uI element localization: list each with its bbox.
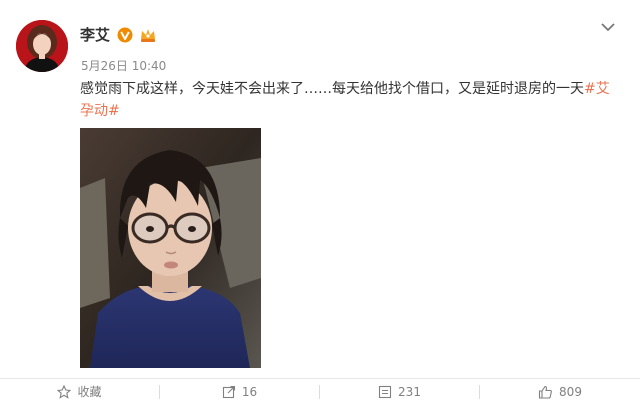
weibo-post-card: 李艾 5月26日 10:40 感觉雨下成这样，今天娃不会出来了……每天给他找个借… [0, 0, 640, 404]
favorite-button[interactable]: 收藏 [0, 379, 159, 404]
repost-icon [222, 385, 235, 398]
action-bar: 收藏 16 231 809 [0, 379, 640, 404]
comment-count: 231 [398, 384, 421, 399]
chevron-down-icon[interactable] [599, 20, 617, 34]
post-timestamp[interactable]: 5月26日 10:40 [81, 57, 166, 74]
like-count: 809 [559, 384, 582, 399]
verified-v-icon[interactable] [117, 27, 133, 43]
comment-icon [378, 385, 392, 398]
avatar[interactable] [16, 20, 68, 72]
member-crown-icon[interactable] [139, 27, 157, 43]
post-body-text: 感觉雨下成这样，今天娃不会出来了……每天给他找个借口，又是延时退房的一天 [80, 81, 584, 97]
username[interactable]: 李艾 [80, 24, 110, 45]
comment-button[interactable]: 231 [320, 379, 479, 404]
repost-button[interactable]: 16 [160, 379, 319, 404]
post-text: 感觉雨下成这样，今天娃不会出来了……每天给他找个借口，又是延时退房的一天#艾孕动… [80, 78, 620, 122]
thumbs-up-icon [538, 385, 552, 399]
star-icon [57, 384, 72, 399]
favorite-label: 收藏 [77, 385, 102, 399]
post-photo[interactable] [80, 128, 261, 368]
repost-count: 16 [241, 384, 258, 399]
like-button[interactable]: 809 [480, 379, 640, 404]
selfie-photo-image [80, 128, 261, 368]
avatar-image [16, 20, 68, 72]
